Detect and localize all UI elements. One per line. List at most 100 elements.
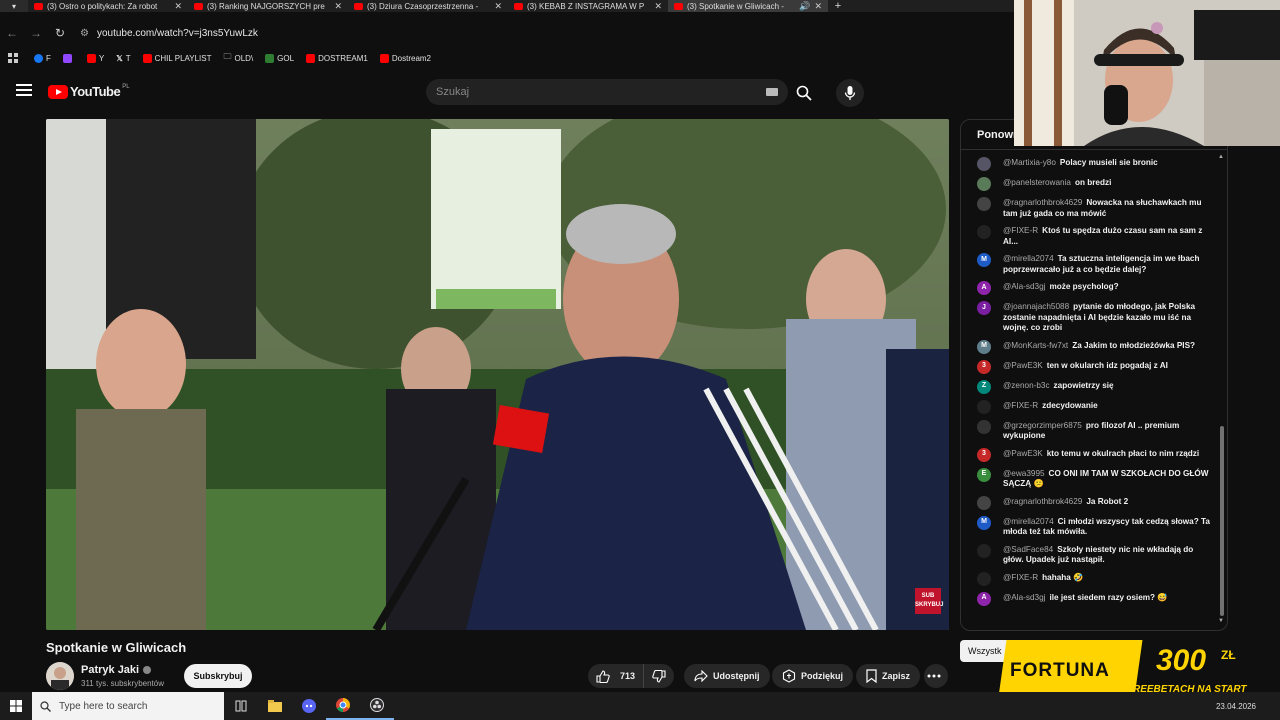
browser-tab[interactable]: (3) Dziura Czasoprzestrzenna - ✕ bbox=[348, 0, 508, 12]
bookmark-chil-playlist[interactable]: CHIL PLAYLIST bbox=[142, 53, 212, 63]
site-info-icon[interactable]: ⚙ bbox=[80, 28, 89, 39]
chat-message[interactable]: @ragnarlothbrok4629 Ja Robot 2 bbox=[961, 495, 1216, 510]
chat-author-name[interactable]: @panelsterowania bbox=[1003, 178, 1071, 187]
chat-author-avatar[interactable] bbox=[977, 177, 991, 191]
chat-author-name[interactable]: @joannajach5088 bbox=[1003, 302, 1069, 311]
browser-tab[interactable]: (3) KEBAB Z INSTAGRAMA W P ✕ bbox=[508, 0, 668, 12]
video-player[interactable]: SUB SKRYBUJ bbox=[46, 119, 949, 630]
chat-author-name[interactable]: @PawE3K bbox=[1003, 449, 1043, 458]
youtube-logo[interactable]: YouTube PL bbox=[48, 84, 130, 99]
chat-author-avatar[interactable]: A bbox=[977, 591, 991, 606]
chat-author-name[interactable]: @ewa3995 bbox=[1003, 469, 1045, 478]
bookmark-twitch[interactable] bbox=[62, 53, 75, 63]
chat-author-name[interactable]: @PawE3K bbox=[1003, 361, 1043, 370]
chat-message[interactable]: @Martixia-y8o Polacy musieli sie bronic bbox=[961, 157, 1216, 171]
chat-message[interactable]: @ragnarlothbrok4629 Nowacka na słuchawkac… bbox=[961, 197, 1216, 219]
chat-author-avatar[interactable]: 3 bbox=[977, 359, 991, 374]
chrome-icon[interactable] bbox=[326, 692, 360, 720]
chat-author-name[interactable]: @Martixia-y8o bbox=[1003, 158, 1056, 167]
hamburger-menu-icon[interactable] bbox=[16, 84, 32, 98]
chat-author-avatar[interactable]: 3 bbox=[977, 447, 991, 462]
chat-author-avatar[interactable] bbox=[977, 225, 991, 239]
chat-author-name[interactable]: @MonKarts-fw7xt bbox=[1003, 341, 1068, 350]
task-view-icon[interactable] bbox=[224, 692, 258, 720]
url-bar[interactable]: ⚙ youtube.com/watch?v=j3ns5YuwLzk bbox=[80, 22, 1010, 44]
chat-message[interactable]: @panelsterowania on bredzi bbox=[961, 177, 1216, 191]
subscribe-button[interactable]: Subskrybuj bbox=[184, 664, 252, 688]
browser-tab[interactable]: (3) Ranking NAJGORSZYCH pre ✕ bbox=[188, 0, 348, 12]
chat-author-avatar[interactable] bbox=[977, 495, 991, 510]
keyboard-icon[interactable] bbox=[766, 88, 778, 96]
thanks-button[interactable]: Podziękuj bbox=[772, 664, 854, 688]
chat-author-name[interactable]: @FIXE-R bbox=[1003, 226, 1038, 235]
like-button[interactable]: 713 bbox=[588, 664, 645, 688]
search-input[interactable]: Szukaj bbox=[426, 79, 788, 105]
chat-author-name[interactable]: @zenon-b3c bbox=[1003, 381, 1050, 390]
back-arrow-icon[interactable]: ← bbox=[0, 26, 24, 40]
close-tab-icon[interactable]: ✕ bbox=[174, 1, 182, 12]
obs-icon[interactable] bbox=[360, 692, 394, 720]
chat-message[interactable]: 3 @PawE3K ten w okularch idz pogadaj z AI bbox=[961, 359, 1216, 374]
chat-author-avatar[interactable] bbox=[977, 399, 991, 414]
discord-icon[interactable] bbox=[292, 692, 326, 720]
chat-message[interactable]: 3 @PawE3K kto temu w okulrach płaci to nim… bbox=[961, 447, 1216, 462]
chat-author-avatar[interactable]: J bbox=[977, 301, 991, 315]
file-explorer-icon[interactable] bbox=[258, 692, 292, 720]
chat-author-avatar[interactable]: E bbox=[977, 467, 991, 482]
channel-avatar[interactable] bbox=[46, 662, 74, 690]
voice-search-button[interactable] bbox=[836, 79, 864, 107]
browser-tab[interactable]: (3) Ostro o politykach: Za robot ✕ bbox=[28, 0, 188, 12]
subscribe-watermark-badge[interactable]: SUB SKRYBUJ bbox=[915, 588, 943, 614]
chat-author-name[interactable]: @FIXE-R bbox=[1003, 573, 1038, 582]
chat-author-avatar[interactable] bbox=[977, 571, 991, 586]
chat-message[interactable]: @FIXE-R Ktoś tu spędza dużo czasu sam na … bbox=[961, 225, 1216, 247]
chat-message[interactable]: A @Ala-sd3gj może psycholog? bbox=[961, 281, 1216, 295]
chat-author-avatar[interactable] bbox=[977, 419, 991, 434]
speaker-icon[interactable]: 🔊 bbox=[799, 1, 810, 12]
chat-message[interactable]: Z @zenon-b3c zapowietrzy się bbox=[961, 379, 1216, 394]
chat-author-avatar[interactable] bbox=[977, 157, 991, 171]
bookmark-old-folder[interactable]: 🗀 OLD\ bbox=[224, 51, 254, 65]
new-tab-button[interactable]: + bbox=[828, 0, 848, 12]
save-button[interactable]: Zapisz bbox=[856, 664, 921, 688]
chat-message[interactable]: M @mirella2074 Ta sztuczna inteligencja im… bbox=[961, 253, 1216, 275]
chat-author-name[interactable]: @grzegorzimper6875 bbox=[1003, 421, 1082, 430]
chat-scrollbar[interactable]: ▲ ▼ bbox=[1218, 154, 1224, 626]
chat-message[interactable]: @SadFace84 Szkoły niestety nic nie wkłada… bbox=[961, 543, 1216, 566]
chat-author-avatar[interactable] bbox=[977, 543, 991, 558]
chat-author-avatar[interactable]: M bbox=[977, 515, 991, 530]
chat-message[interactable]: J @joannajach5088 pytanie do młodego, jak … bbox=[961, 301, 1216, 334]
chat-author-name[interactable]: @ragnarlothbrok4629 bbox=[1003, 198, 1082, 207]
close-tab-icon[interactable]: ✕ bbox=[654, 1, 662, 12]
taskbar-search-input[interactable]: Type here to search bbox=[32, 692, 224, 720]
tab-search-button[interactable]: ▾ bbox=[0, 0, 28, 12]
bookmark-youtube[interactable]: Y bbox=[86, 53, 104, 63]
chat-author-name[interactable]: @mirella2074 bbox=[1003, 254, 1054, 263]
chat-author-avatar[interactable] bbox=[977, 197, 991, 211]
bookmark-gol[interactable]: GOL bbox=[265, 53, 294, 63]
channel-name[interactable]: Patryk Jaki bbox=[81, 664, 152, 676]
bookmark-x[interactable]: 𝕏T bbox=[116, 54, 130, 63]
chat-message-list[interactable]: @Martixia-y8o Polacy musieli sie bronic @p… bbox=[961, 157, 1216, 613]
more-actions-button[interactable] bbox=[924, 664, 948, 688]
chat-message[interactable]: @FIXE-R hahaha 🤣 bbox=[961, 571, 1216, 586]
search-button[interactable] bbox=[792, 82, 816, 104]
chat-author-name[interactable]: @Ala-sd3gj bbox=[1003, 593, 1045, 602]
close-tab-icon[interactable]: ✕ bbox=[494, 1, 502, 12]
chat-message[interactable]: E @ewa3995 CO ONI IM TAM W SZKOŁACH DO GŁÓ… bbox=[961, 467, 1216, 490]
chat-author-avatar[interactable]: M bbox=[977, 253, 991, 267]
close-tab-icon[interactable]: ✕ bbox=[814, 1, 822, 12]
chat-author-name[interactable]: @SadFace84 bbox=[1003, 545, 1053, 554]
bookmark-dostream2[interactable]: Dostream2 bbox=[379, 53, 431, 63]
forward-arrow-icon[interactable]: → bbox=[24, 26, 48, 40]
chat-author-name[interactable]: @Ala-sd3gj bbox=[1003, 282, 1045, 291]
chat-message[interactable]: @FIXE-R zdecydowanie bbox=[961, 399, 1216, 414]
apps-grid-icon[interactable] bbox=[8, 53, 18, 63]
scroll-down-arrow-icon[interactable]: ▼ bbox=[1218, 618, 1224, 624]
scroll-up-arrow-icon[interactable]: ▲ bbox=[1218, 154, 1224, 160]
chat-author-name[interactable]: @FIXE-R bbox=[1003, 401, 1038, 410]
browser-tab-active[interactable]: (3) Spotkanie w Gliwicach - 🔊 ✕ bbox=[668, 0, 828, 12]
reload-icon[interactable]: ↻ bbox=[48, 26, 72, 40]
share-button[interactable]: Udostępnij bbox=[684, 664, 770, 688]
scrollbar-thumb[interactable] bbox=[1220, 426, 1224, 616]
